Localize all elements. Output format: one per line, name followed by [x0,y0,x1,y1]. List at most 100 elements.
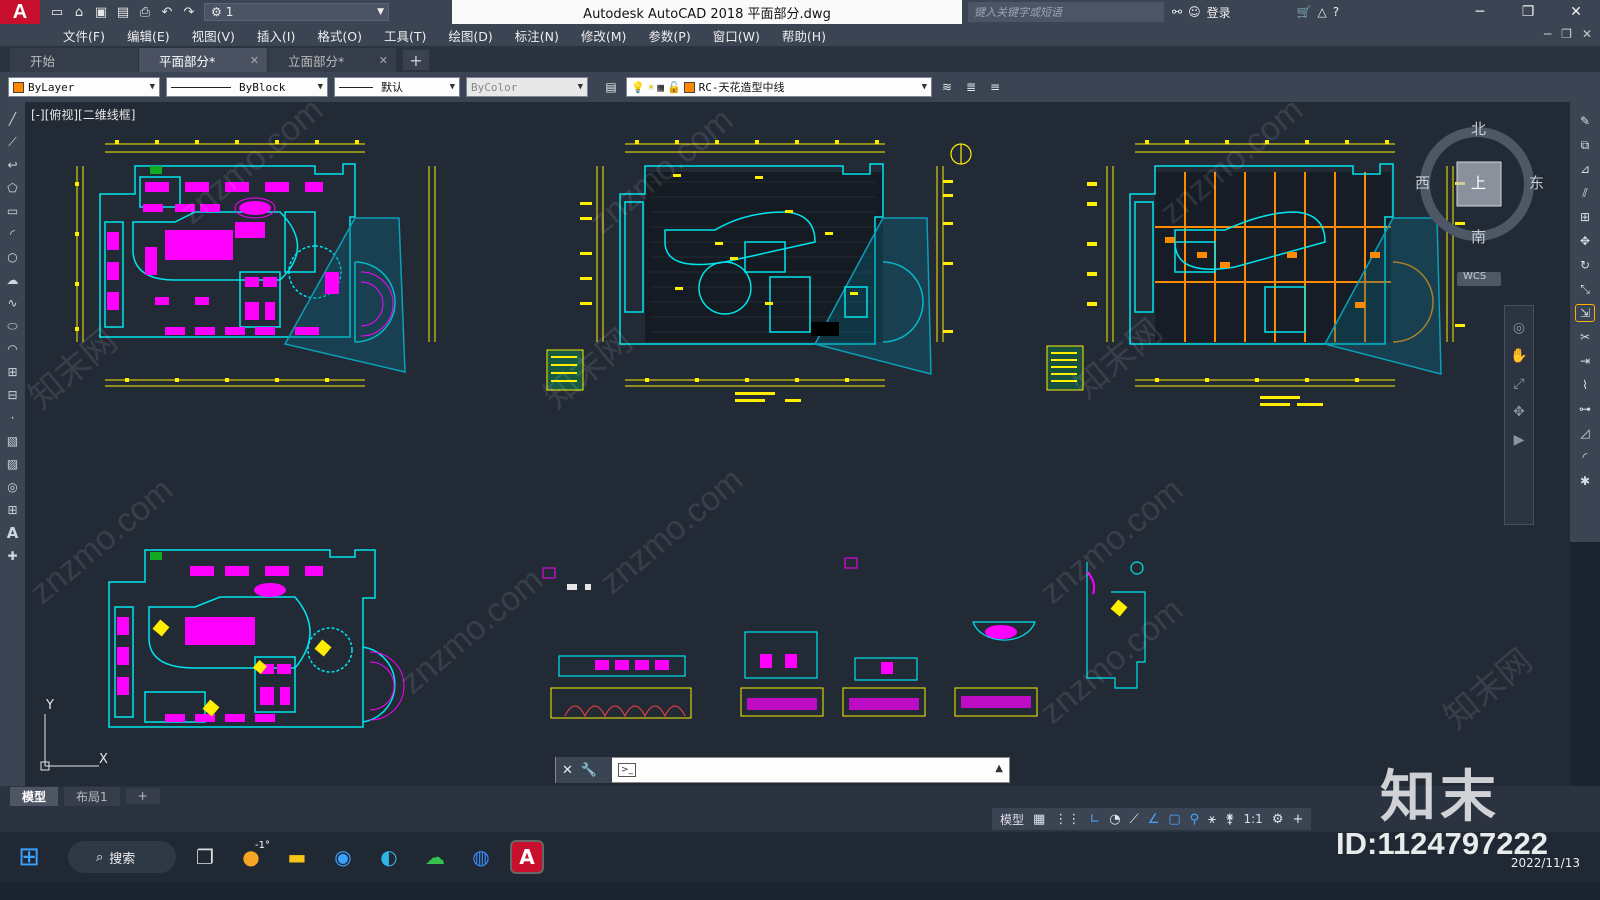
region-icon[interactable]: ◎ [4,478,22,496]
scale-icon[interactable]: ⤡ [1575,280,1595,298]
annotation-visibility-icon[interactable]: ⚲ [1190,812,1200,827]
table-icon[interactable]: ⊞ [4,501,22,519]
command-input[interactable] [612,759,1009,781]
new-tab-button[interactable]: + [403,50,429,70]
task-view-icon[interactable]: ❐ [188,840,222,874]
layer-properties-icon[interactable]: ▤ [602,78,620,96]
doc-minimize-icon[interactable]: ─ [1544,27,1551,41]
make-block-icon[interactable]: ⊟ [4,386,22,404]
polygon-icon[interactable]: ⬠ [4,179,22,197]
redo-icon[interactable]: ↷ [180,4,198,20]
ellipse-icon[interactable]: ⬭ [4,317,22,335]
windows-start-icon[interactable]: ⊞ [12,840,46,874]
previous-layer-icon[interactable]: ≡ [986,78,1004,96]
wechat-icon[interactable]: ☁ [418,840,452,874]
ellipse-arc-icon[interactable]: ◠ [4,340,22,358]
circle-icon[interactable]: ○ [4,248,22,266]
revision-cloud-icon[interactable]: ☁ [4,271,22,289]
viewcube[interactable]: 北 南 西 东 上 WCS [1407,120,1547,292]
weather-icon[interactable]: ● -1° [234,840,270,874]
offset-icon[interactable]: ⫽ [1575,184,1595,202]
hatch-icon[interactable]: ▧ [4,432,22,450]
point-icon[interactable]: · [4,409,22,427]
tab-start[interactable]: 开始 [10,48,138,72]
spline-icon[interactable]: ∿ [4,294,22,312]
menu-file[interactable]: 文件(F) [52,26,116,45]
workspace-select[interactable]: ⚙ 1 ▼ [204,3,389,21]
model-space-button[interactable]: 模型 [1000,811,1024,828]
rectangle-icon[interactable]: ▭ [4,202,22,220]
ifly-icon[interactable]: ◍ [464,840,498,874]
fillet-icon[interactable]: ◜ [1575,448,1595,466]
polar-icon[interactable]: ◔ [1109,812,1120,827]
lineweight-select[interactable]: 默认 ▼ [334,77,460,97]
menu-tools[interactable]: 工具(T) [373,26,437,45]
ortho-icon[interactable]: ∟ [1089,812,1100,827]
close-button[interactable]: ✕ [1552,0,1600,24]
drawing-viewport[interactable]: Y X [-][俯视][二维线框] znzmo.com znzmo.com zn… [25,102,1570,786]
help-search-input[interactable]: 键入关键字或短语 [968,2,1164,22]
autocad-taskbar-icon[interactable]: A [510,840,544,874]
tab-model[interactable]: 模型 [10,786,59,806]
new-layout-button[interactable]: + [125,788,160,804]
extend-icon[interactable]: ⇥ [1575,352,1595,370]
plotstyle-select[interactable]: ByColor ▼ [466,77,588,97]
undo-icon[interactable]: ↶ [158,4,176,20]
help-icon[interactable]: ? [1333,5,1339,19]
explode-icon[interactable]: ✱ [1575,472,1595,490]
plus-icon[interactable]: + [1292,812,1303,827]
snap-icon[interactable]: ⋮⋮ [1054,812,1080,827]
gradient-icon[interactable]: ▨ [4,455,22,473]
minimize-button[interactable]: ─ [1456,0,1504,24]
join-icon[interactable]: ⊶ [1575,400,1595,418]
menu-view[interactable]: 视图(V) [181,26,246,45]
construction-line-icon[interactable]: ⟋ [4,133,22,151]
signin-area[interactable]: ⚯ ☺ 登录 🛒 △ ? [1172,0,1339,24]
trim-icon[interactable]: ✂ [1575,328,1595,346]
command-prompt-icon[interactable]: >_ [618,763,636,777]
linetype-select[interactable]: ByBlock ▼ [166,77,328,97]
break-icon[interactable]: ⌇ [1575,376,1595,394]
viewcube-west-label[interactable]: 西 [1415,172,1430,193]
zoom-extents-icon[interactable]: ⤢ [1513,376,1524,392]
doc-restore-icon[interactable]: ❐ [1561,27,1572,41]
viewport-controls-label[interactable]: [-][俯视][二维线框] [31,106,135,123]
line-icon[interactable]: ╱ [4,110,22,128]
save-icon[interactable]: ▣ [92,4,110,20]
add-selected-icon[interactable]: ✚ [4,547,22,565]
showmotion-icon[interactable]: ▶ [1514,432,1525,448]
chevron-up-icon[interactable]: ▲ [995,763,1003,774]
edge-icon[interactable]: ◐ [372,840,406,874]
orbit-icon[interactable]: ✥ [1513,404,1525,420]
cart-icon[interactable]: 🛒 [1297,5,1312,19]
tab-elevation[interactable]: 立面部分* ✕ [268,48,396,72]
text-icon[interactable]: A [4,524,22,542]
layer-select[interactable]: 💡 ☀ ▦ 🔓 RC-天花造型中线 ▼ [626,77,932,97]
menu-edit[interactable]: 编辑(E) [116,26,181,45]
steering-wheel-icon[interactable]: ◎ [1513,320,1525,336]
mirror-icon[interactable]: ⊿ [1575,160,1595,178]
insert-block-icon[interactable]: ⊞ [4,363,22,381]
auto-scale-icon[interactable]: ⚹ [1208,812,1216,827]
save-as-icon[interactable]: ▤ [114,4,132,20]
taskbar-search[interactable]: ⌕ 搜索 [68,841,176,873]
color-select[interactable]: ByLayer ▼ [8,77,160,97]
new-file-icon[interactable]: ▭ [48,4,66,20]
stretch-icon[interactable]: ⇲ [1575,304,1595,322]
doc-close-icon[interactable]: ✕ [1582,27,1592,41]
print-icon[interactable]: ⎙ [136,4,154,20]
arc-icon[interactable]: ◜ [4,225,22,243]
menu-help[interactable]: 帮助(H) [771,26,837,45]
gear-icon[interactable]: ⚙ [1272,812,1284,827]
close-icon[interactable]: ✕ [250,54,259,67]
menu-parametric[interactable]: 参数(P) [637,26,701,45]
move-icon[interactable]: ✥ [1575,232,1595,250]
isodraft-icon[interactable]: ⟋ [1130,812,1139,827]
erase-icon[interactable]: ✎ [1575,112,1595,130]
binoculars-icon[interactable]: ⚯ [1172,5,1182,19]
tab-layout1[interactable]: 布局1 [64,786,120,806]
menu-format[interactable]: 格式(O) [306,26,373,45]
menu-dimension[interactable]: 标注(N) [504,26,570,45]
menu-insert[interactable]: 插入(I) [246,26,306,45]
wcs-menu-label[interactable]: WCS [1463,271,1486,282]
